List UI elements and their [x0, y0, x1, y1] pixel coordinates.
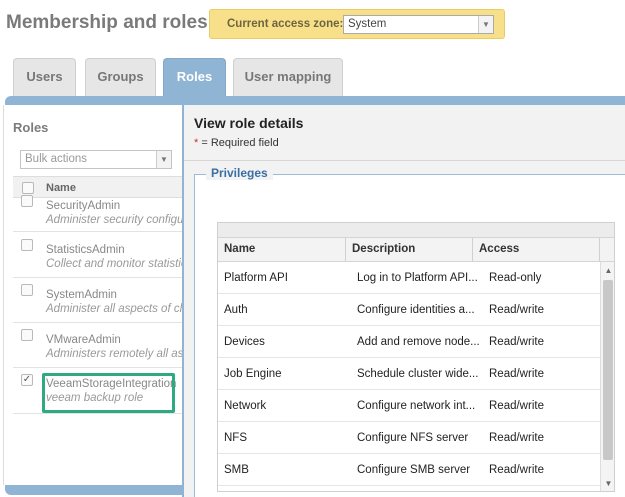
select-all-checkbox[interactable]: [22, 182, 34, 194]
privileges-grid: Name Description Access Platform API Log…: [217, 222, 615, 492]
bulk-actions-placeholder: Bulk actions: [25, 153, 88, 165]
table-row[interactable]: Platform API Log in to Platform API... R…: [218, 262, 600, 294]
table-row[interactable]: SMB Configure SMB server Read/write: [218, 454, 600, 486]
dialog-divider: [184, 160, 625, 161]
roles-panel: Roles Bulk actions ▼ Name SecurityAdmin …: [3, 105, 193, 485]
tab-users[interactable]: Users: [13, 58, 76, 96]
grid-header: Name Description Access: [218, 238, 614, 262]
table-row[interactable]: Devices Add and remove node... Read/writ…: [218, 326, 600, 358]
role-checkbox-checked[interactable]: ✓: [21, 374, 33, 386]
required-field-note: * = Required field: [194, 137, 279, 149]
privilege-description: Add and remove node...: [357, 336, 480, 348]
role-name[interactable]: SecurityAdmin: [46, 200, 120, 212]
triangle-down-icon[interactable]: ▼: [601, 477, 614, 491]
privilege-name: Devices: [224, 336, 265, 348]
triangle-up-icon[interactable]: ▲: [601, 264, 614, 278]
role-name[interactable]: VMwareAdmin: [46, 334, 121, 346]
tab-user-mapping[interactable]: User mapping: [233, 58, 343, 96]
selected-role-highlight: [42, 373, 175, 413]
role-checkbox[interactable]: [21, 329, 33, 341]
privileges-legend: Privileges: [206, 166, 273, 180]
column-description-header[interactable]: Description: [346, 238, 473, 261]
privilege-description: Log in to Platform API...: [357, 272, 478, 284]
grid-toolbar: [218, 223, 614, 238]
view-role-dialog: View role details * = Required field Pri…: [182, 103, 625, 497]
privilege-access: Read/write: [489, 304, 544, 316]
column-access-header[interactable]: Access: [473, 238, 600, 261]
tab-roles[interactable]: Roles: [163, 58, 226, 98]
scrollbar-thumb[interactable]: [603, 280, 613, 460]
table-row[interactable]: Auth Configure identities a... Read/writ…: [218, 294, 600, 326]
roles-title: Roles: [13, 120, 49, 135]
privilege-description: Configure SMB server: [357, 464, 471, 476]
panel-bottom-bar: [5, 485, 185, 495]
role-checkbox[interactable]: [21, 284, 33, 296]
privilege-description: Configure NFS server: [357, 432, 469, 444]
privilege-name: SMB: [224, 464, 249, 476]
access-zone-select[interactable]: System ▼: [343, 15, 494, 34]
privilege-description: Schedule cluster wide...: [357, 368, 479, 380]
row-divider: [13, 322, 182, 323]
privilege-description: Configure network int...: [357, 400, 476, 412]
role-description: Collect and monitor statistic: [46, 258, 182, 270]
check-icon: ✓: [22, 374, 32, 385]
privilege-access: Read/write: [489, 464, 544, 476]
role-name[interactable]: SystemAdmin: [46, 289, 117, 301]
row-divider: [13, 367, 182, 368]
role-description: Administer all aspects of clu: [46, 303, 182, 315]
table-row[interactable]: Job Engine Schedule cluster wide... Read…: [218, 358, 600, 390]
privilege-name: Platform API: [224, 272, 288, 284]
privilege-name: Auth: [224, 304, 248, 316]
row-divider: [13, 277, 182, 278]
page-title: Membership and roles: [6, 12, 208, 33]
privilege-access: Read/write: [489, 336, 544, 348]
privilege-access: Read/write: [489, 432, 544, 444]
access-zone-value: System: [348, 18, 387, 30]
privilege-name: Job Engine: [224, 368, 282, 380]
privilege-name: Network: [224, 400, 267, 412]
access-zone-bar: Current access zone: System ▼: [209, 9, 505, 39]
table-row[interactable]: NFS Configure NFS server Read/write: [218, 422, 600, 454]
role-description: Administers remotely all asp: [46, 348, 182, 360]
role-checkbox[interactable]: [21, 239, 33, 251]
row-divider: [13, 413, 182, 414]
row-divider: [13, 231, 182, 232]
role-name[interactable]: StatisticsAdmin: [46, 244, 125, 256]
column-name-header[interactable]: Name: [46, 182, 76, 194]
privilege-access: Read-only: [489, 272, 542, 284]
privilege-access: Read/write: [489, 368, 544, 380]
role-description: Administer security configu: [46, 214, 182, 226]
privilege-name: NFS: [224, 432, 247, 444]
table-row[interactable]: Network Configure network int... Read/wr…: [218, 390, 600, 422]
chevron-down-icon[interactable]: ▼: [156, 151, 171, 168]
required-text: = Required field: [201, 137, 279, 149]
column-name-header[interactable]: Name: [218, 238, 346, 261]
privilege-access: Read/write: [489, 400, 544, 412]
roles-grid-header: Name: [13, 176, 182, 198]
tab-groups[interactable]: Groups: [85, 58, 156, 96]
privilege-description: Configure identities a...: [357, 304, 475, 316]
bulk-actions-select[interactable]: Bulk actions ▼: [20, 150, 172, 169]
role-checkbox[interactable]: [21, 195, 33, 207]
dialog-title: View role details: [194, 115, 304, 131]
required-star: *: [194, 137, 199, 149]
chevron-down-icon[interactable]: ▼: [478, 16, 493, 33]
access-zone-label: Current access zone:: [227, 18, 344, 30]
grid-scrollbar[interactable]: ▲ ▼: [600, 262, 614, 491]
